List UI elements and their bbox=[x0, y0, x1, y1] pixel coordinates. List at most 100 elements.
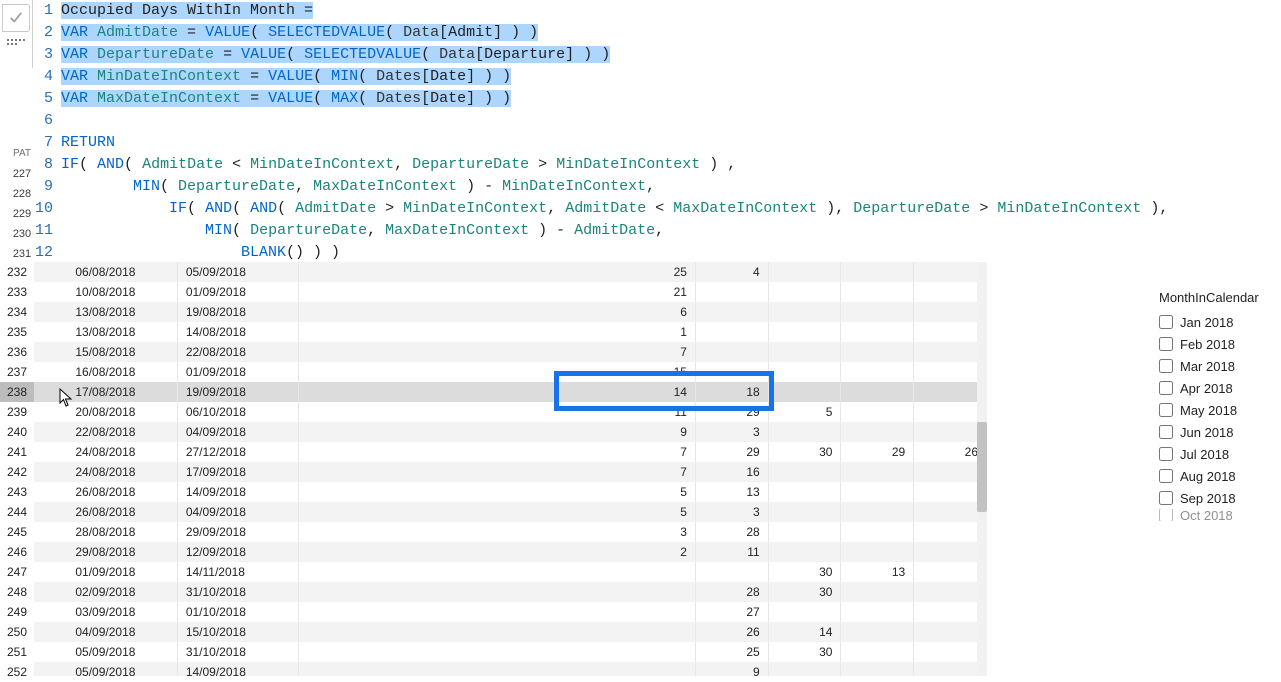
cell[interactable]: 6 bbox=[299, 302, 696, 322]
row-index[interactable]: 252 bbox=[0, 662, 34, 682]
cell[interactable]: 25 bbox=[695, 642, 768, 662]
cell[interactable]: 11 bbox=[299, 402, 696, 422]
cell[interactable]: 22/08/2018 bbox=[177, 342, 298, 362]
cell[interactable]: 3 bbox=[299, 522, 696, 542]
cell[interactable] bbox=[914, 422, 987, 442]
cell[interactable] bbox=[768, 522, 841, 542]
table-row[interactable]: 22/08/201804/09/201893 bbox=[34, 422, 987, 442]
cell[interactable] bbox=[914, 642, 987, 662]
cell[interactable]: 28 bbox=[695, 582, 768, 602]
row-index[interactable]: 234 bbox=[0, 302, 34, 322]
cell[interactable]: 06/10/2018 bbox=[177, 402, 298, 422]
cell[interactable]: 3 bbox=[695, 422, 768, 442]
slicer-item[interactable]: Jan 2018 bbox=[1159, 311, 1269, 333]
slicer-checkbox[interactable] bbox=[1159, 337, 1173, 351]
row-index[interactable]: 247 bbox=[0, 562, 34, 582]
cell[interactable] bbox=[841, 282, 914, 302]
row-index[interactable]: 237 bbox=[0, 362, 34, 382]
slicer-checkbox[interactable] bbox=[1159, 509, 1173, 521]
slicer-item[interactable]: Apr 2018 bbox=[1159, 377, 1269, 399]
cell[interactable]: 05/09/2018 bbox=[34, 662, 177, 676]
cell[interactable]: 17/09/2018 bbox=[177, 462, 298, 482]
cell[interactable] bbox=[841, 322, 914, 342]
cell[interactable] bbox=[695, 282, 768, 302]
cell[interactable] bbox=[768, 382, 841, 402]
cell[interactable]: 29 bbox=[695, 442, 768, 462]
cell[interactable]: 30 bbox=[768, 582, 841, 602]
table-scrollbar[interactable] bbox=[977, 262, 987, 676]
row-index[interactable]: 236 bbox=[0, 342, 34, 362]
cell[interactable]: 13 bbox=[695, 482, 768, 502]
table-row[interactable]: 05/09/201814/09/20189 bbox=[34, 662, 987, 676]
cell[interactable]: 15 bbox=[299, 362, 696, 382]
cell[interactable]: 29 bbox=[695, 402, 768, 422]
cell[interactable]: 9 bbox=[299, 422, 696, 442]
slicer-item[interactable]: Feb 2018 bbox=[1159, 333, 1269, 355]
cell[interactable]: 3 bbox=[695, 502, 768, 522]
cell[interactable] bbox=[914, 562, 987, 582]
cell[interactable]: 27 bbox=[695, 602, 768, 622]
month-slicer[interactable]: MonthInCalendar Jan 2018Feb 2018Mar 2018… bbox=[1159, 290, 1269, 521]
slicer-checkbox[interactable] bbox=[1159, 425, 1173, 439]
cell[interactable] bbox=[841, 602, 914, 622]
cell[interactable] bbox=[914, 282, 987, 302]
cell[interactable]: 14/08/2018 bbox=[177, 322, 298, 342]
cell[interactable] bbox=[768, 282, 841, 302]
cell[interactable]: 26/08/2018 bbox=[34, 482, 177, 502]
cell[interactable]: 14/11/2018 bbox=[177, 562, 298, 582]
cell[interactable]: 16/08/2018 bbox=[34, 362, 177, 382]
cell[interactable]: 26 bbox=[914, 442, 987, 462]
confirm-icon[interactable] bbox=[2, 4, 30, 32]
slicer-item[interactable]: Jun 2018 bbox=[1159, 421, 1269, 443]
table-row[interactable]: 24/08/201827/12/2018729302926 bbox=[34, 442, 987, 462]
cell[interactable]: 30 bbox=[768, 642, 841, 662]
cell[interactable]: 14 bbox=[768, 622, 841, 642]
table-row[interactable]: 15/08/201822/08/20187 bbox=[34, 342, 987, 362]
cell[interactable] bbox=[768, 602, 841, 622]
editor-code[interactable]: Occupied Days WithIn Month =VAR AdmitDat… bbox=[61, 0, 1281, 262]
row-index[interactable]: 238 bbox=[0, 382, 34, 402]
slicer-checkbox[interactable] bbox=[1159, 359, 1173, 373]
cell[interactable] bbox=[768, 422, 841, 442]
row-index[interactable]: 249 bbox=[0, 602, 34, 622]
table-row[interactable]: 24/08/201817/09/2018716 bbox=[34, 462, 987, 482]
cell[interactable] bbox=[695, 562, 768, 582]
row-index[interactable]: 251 bbox=[0, 642, 34, 662]
cell[interactable] bbox=[695, 362, 768, 382]
cell[interactable] bbox=[695, 342, 768, 362]
cell[interactable]: 01/09/2018 bbox=[177, 362, 298, 382]
cell[interactable] bbox=[841, 362, 914, 382]
cell[interactable]: 24/08/2018 bbox=[34, 462, 177, 482]
cell[interactable]: 10/08/2018 bbox=[34, 282, 177, 302]
table-row[interactable]: 05/09/201831/10/20182530 bbox=[34, 642, 987, 662]
cell[interactable]: 14/09/2018 bbox=[177, 662, 298, 676]
cell[interactable] bbox=[914, 582, 987, 602]
cell[interactable]: 05/09/2018 bbox=[34, 642, 177, 662]
cell[interactable]: 24/08/2018 bbox=[34, 442, 177, 462]
cell[interactable] bbox=[841, 582, 914, 602]
cell[interactable] bbox=[299, 562, 696, 582]
cell[interactable] bbox=[914, 602, 987, 622]
cell[interactable]: 19/08/2018 bbox=[177, 302, 298, 322]
cell[interactable] bbox=[841, 382, 914, 402]
cell[interactable] bbox=[914, 322, 987, 342]
cell[interactable]: 28 bbox=[695, 522, 768, 542]
cell[interactable]: 30 bbox=[768, 442, 841, 462]
table-row[interactable]: 01/09/201814/11/20183013 bbox=[34, 562, 987, 582]
cell[interactable]: 11 bbox=[695, 542, 768, 562]
row-index[interactable]: 248 bbox=[0, 582, 34, 602]
cell[interactable]: 30 bbox=[768, 562, 841, 582]
table-row[interactable]: 10/08/201801/09/201821 bbox=[34, 282, 987, 302]
cell[interactable] bbox=[768, 542, 841, 562]
slicer-item[interactable]: May 2018 bbox=[1159, 399, 1269, 421]
cell[interactable]: 12/09/2018 bbox=[177, 542, 298, 562]
table-row[interactable]: 13/08/201819/08/20186 bbox=[34, 302, 987, 322]
cell[interactable]: 31/10/2018 bbox=[177, 582, 298, 602]
row-index[interactable]: 246 bbox=[0, 542, 34, 562]
cell[interactable]: 27/12/2018 bbox=[177, 442, 298, 462]
cell[interactable]: 28/08/2018 bbox=[34, 522, 177, 542]
row-index[interactable]: 240 bbox=[0, 422, 34, 442]
table-row[interactable]: 16/08/201801/09/201815 bbox=[34, 362, 987, 382]
cell[interactable]: 22/08/2018 bbox=[34, 422, 177, 442]
row-index[interactable]: 245 bbox=[0, 522, 34, 542]
